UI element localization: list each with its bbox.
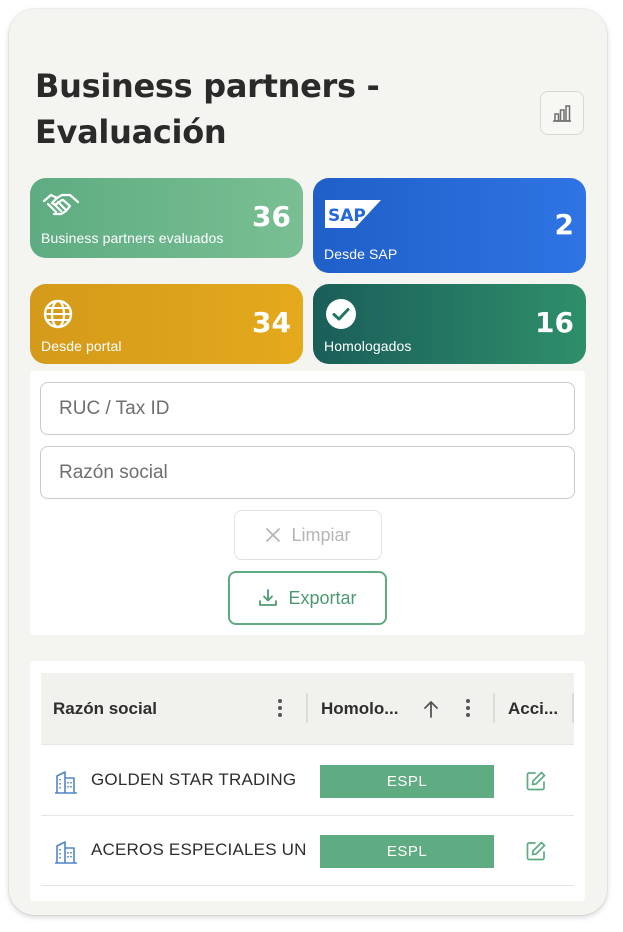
filter-panel: RUC / Tax ID Razón social Limpiar Export… — [30, 371, 585, 635]
edit-icon[interactable] — [525, 770, 547, 792]
building-icon — [55, 841, 77, 864]
globe-icon — [42, 298, 74, 335]
check-circle-icon — [325, 298, 357, 335]
handshake-icon — [42, 192, 80, 225]
stat-card-sap[interactable]: SAP 2 Desde SAP — [313, 178, 586, 273]
table-header: Razón social Homolo... Acci... — [41, 673, 574, 745]
stat-card-portal[interactable]: 34 Desde portal — [30, 284, 303, 364]
export-button[interactable]: Exportar — [228, 571, 387, 625]
export-button-label: Exportar — [288, 587, 357, 608]
column-menu-icon[interactable] — [277, 698, 283, 718]
stat-value-portal: 34 — [252, 306, 291, 339]
download-icon — [259, 589, 278, 606]
column-header-homologado[interactable]: Homolo... — [321, 673, 398, 745]
table-row[interactable]: ACEROS ESPECIALES UN ESPL — [41, 816, 574, 886]
stat-label-portal: Desde portal — [41, 338, 122, 354]
table-row[interactable]: GOLDEN STAR TRADING ESPL — [41, 746, 574, 816]
stat-value-homologated: 16 — [535, 306, 574, 339]
chart-toggle-button[interactable] — [540, 91, 584, 135]
edit-icon[interactable] — [525, 840, 547, 862]
stat-label-evaluated: Business partners evaluados — [41, 230, 224, 246]
stat-label-sap: Desde SAP — [324, 246, 398, 262]
bar-chart-icon — [553, 105, 571, 122]
column-header-acciones[interactable]: Acci... — [508, 673, 558, 745]
stat-card-homologated[interactable]: 16 Homologados — [313, 284, 586, 364]
svg-text:SAP: SAP — [328, 206, 366, 226]
row-razon-social: GOLDEN STAR TRADING — [91, 770, 297, 789]
app-screen: Business partners - Evaluación 36 Busine… — [9, 9, 607, 915]
column-header-razon-social[interactable]: Razón social — [53, 673, 157, 745]
column-resize-handle[interactable] — [493, 693, 495, 723]
building-icon — [55, 771, 77, 794]
sort-ascending-icon[interactable] — [423, 699, 439, 719]
razon-social-input[interactable]: Razón social — [40, 446, 575, 499]
column-resize-handle[interactable] — [306, 693, 308, 723]
status-badge: ESPL — [320, 835, 494, 868]
stat-card-evaluated[interactable]: 36 Business partners evaluados — [30, 178, 303, 258]
partners-table: Razón social Homolo... Acci... GOLDEN ST… — [30, 661, 585, 901]
clear-button[interactable]: Limpiar — [234, 510, 382, 560]
sap-logo-icon: SAP — [325, 200, 381, 233]
row-razon-social: ACEROS ESPECIALES UN — [91, 840, 307, 859]
column-resize-handle[interactable] — [572, 693, 574, 723]
stat-label-homologated: Homologados — [324, 338, 412, 354]
close-icon — [266, 528, 281, 542]
clear-button-label: Limpiar — [291, 524, 351, 545]
stat-value-sap: 2 — [554, 208, 574, 241]
stat-value-evaluated: 36 — [252, 200, 291, 233]
column-menu-icon[interactable] — [465, 698, 471, 718]
ruc-input[interactable]: RUC / Tax ID — [40, 382, 575, 435]
page-title: Business partners - Evaluación — [35, 67, 380, 151]
status-badge: ESPL — [320, 765, 494, 798]
